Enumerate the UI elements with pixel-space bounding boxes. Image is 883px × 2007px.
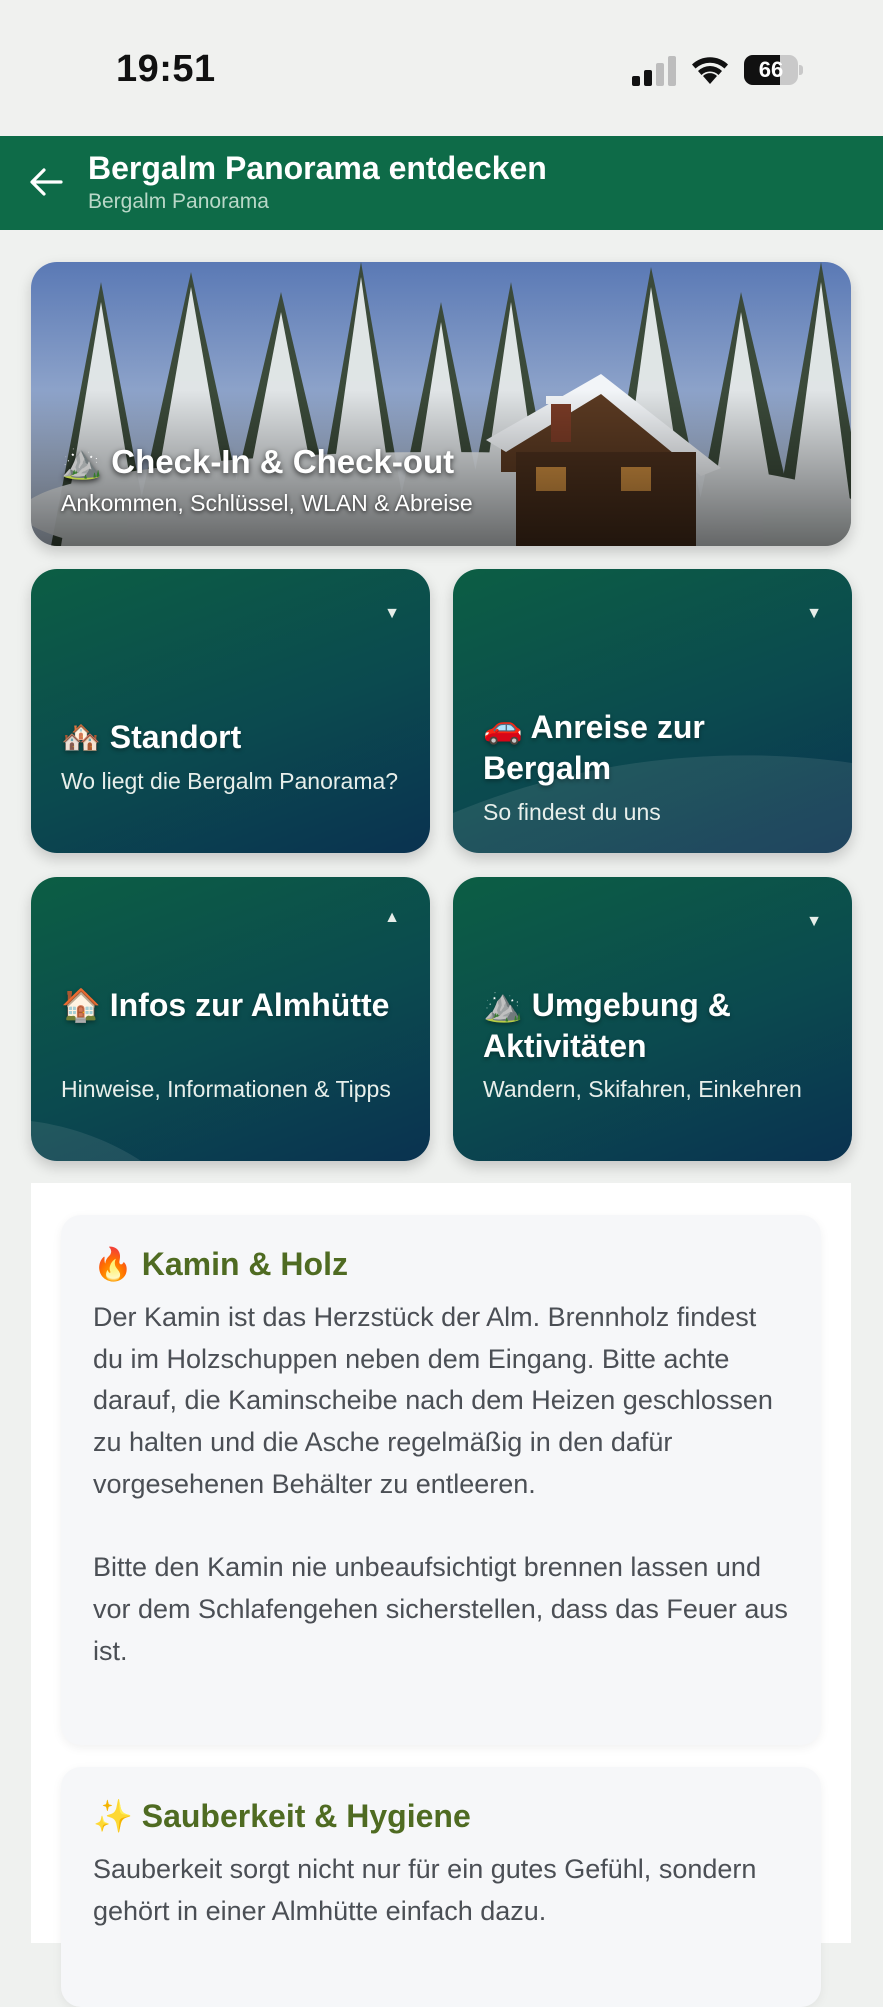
mountain-emoji-icon: ⛰️ — [483, 986, 523, 1024]
card-title: ✨ Sauberkeit & Hygiene — [93, 1797, 471, 1835]
tile-subtitle: Hinweise, Informationen & Tipps — [61, 1076, 391, 1102]
tile-title: 🏠 Infos zur Almhütte — [61, 986, 390, 1024]
battery-level: 66 — [758, 57, 784, 82]
tile-subtitle: Wandern, Skifahren, Einkehren — [483, 1076, 802, 1102]
chevron-up-icon: ▲ — [384, 909, 400, 926]
page-title: Bergalm Panorama entdecken — [88, 150, 547, 186]
battery-icon: 66 — [744, 55, 803, 85]
status-bar: 19:51 66 — [0, 0, 883, 136]
chevron-down-icon: ▼ — [806, 605, 822, 622]
hero-subtitle: Ankommen, Schlüssel, WLAN & Abreise — [61, 490, 473, 516]
tile-subtitle: So findest du uns — [483, 799, 661, 825]
sparkles-emoji-icon: ✨ — [93, 1797, 133, 1835]
cellular-signal-icon — [632, 56, 676, 86]
chevron-down-icon: ▼ — [806, 913, 822, 930]
info-card-sauberkeit: ✨ Sauberkeit & Hygiene Sauberkeit sorgt … — [61, 1767, 821, 2007]
arrow-left-icon — [30, 168, 63, 196]
tile-subtitle: Wo liegt die Bergalm Panorama? — [61, 768, 399, 794]
fire-emoji-icon: 🔥 — [93, 1245, 133, 1283]
home-emoji-icon: 🏠 — [61, 986, 101, 1024]
chevron-down-icon: ▼ — [384, 605, 400, 622]
page-subtitle: Bergalm Panorama — [88, 190, 269, 213]
infos-panel: 🔥 Kamin & Holz Der Kamin ist das Herzstü… — [31, 1183, 851, 2007]
wifi-icon — [692, 57, 728, 84]
hero-title: ⛰️ Check-In & Check-out — [61, 442, 454, 482]
back-button[interactable] — [26, 162, 66, 202]
status-time: 19:51 — [116, 48, 216, 90]
checkin-hero-card[interactable]: ⛰️ Check-In & Check-out Ankommen, Schlüs… — [31, 262, 851, 546]
app-bar: Bergalm Panorama entdecken Bergalm Panor… — [0, 136, 883, 230]
tile-anreise[interactable]: ▼ 🚗 Anreise zur Bergalm So findest du un… — [453, 569, 852, 853]
hero-title-text: Check-In & Check-out — [111, 443, 455, 480]
card-title: 🔥 Kamin & Holz — [93, 1245, 348, 1283]
houses-emoji-icon: 🏘️ — [61, 718, 101, 756]
mountain-emoji-icon: ⛰️ — [61, 442, 103, 481]
tile-infos-almhuette[interactable]: ▲ 🏠 Infos zur Almhütte Hinweise, Informa… — [31, 877, 430, 1161]
info-card-kamin: 🔥 Kamin & Holz Der Kamin ist das Herzstü… — [61, 1215, 821, 1745]
card-text: Der Kamin ist das Herzstück der Alm. Bre… — [93, 1302, 788, 1666]
tile-title: 🏘️ Standort — [61, 718, 242, 756]
tile-title: ⛰️ Umgebung & Aktivitäten — [483, 986, 731, 1064]
tile-standort[interactable]: ▼ 🏘️ Standort Wo liegt die Bergalm Panor… — [31, 569, 430, 853]
car-emoji-icon: 🚗 — [483, 708, 523, 746]
tile-title: 🚗 Anreise zur Bergalm — [483, 708, 705, 786]
tile-umgebung[interactable]: ▼ ⛰️ Umgebung & Aktivitäten Wandern, Ski… — [453, 877, 852, 1161]
